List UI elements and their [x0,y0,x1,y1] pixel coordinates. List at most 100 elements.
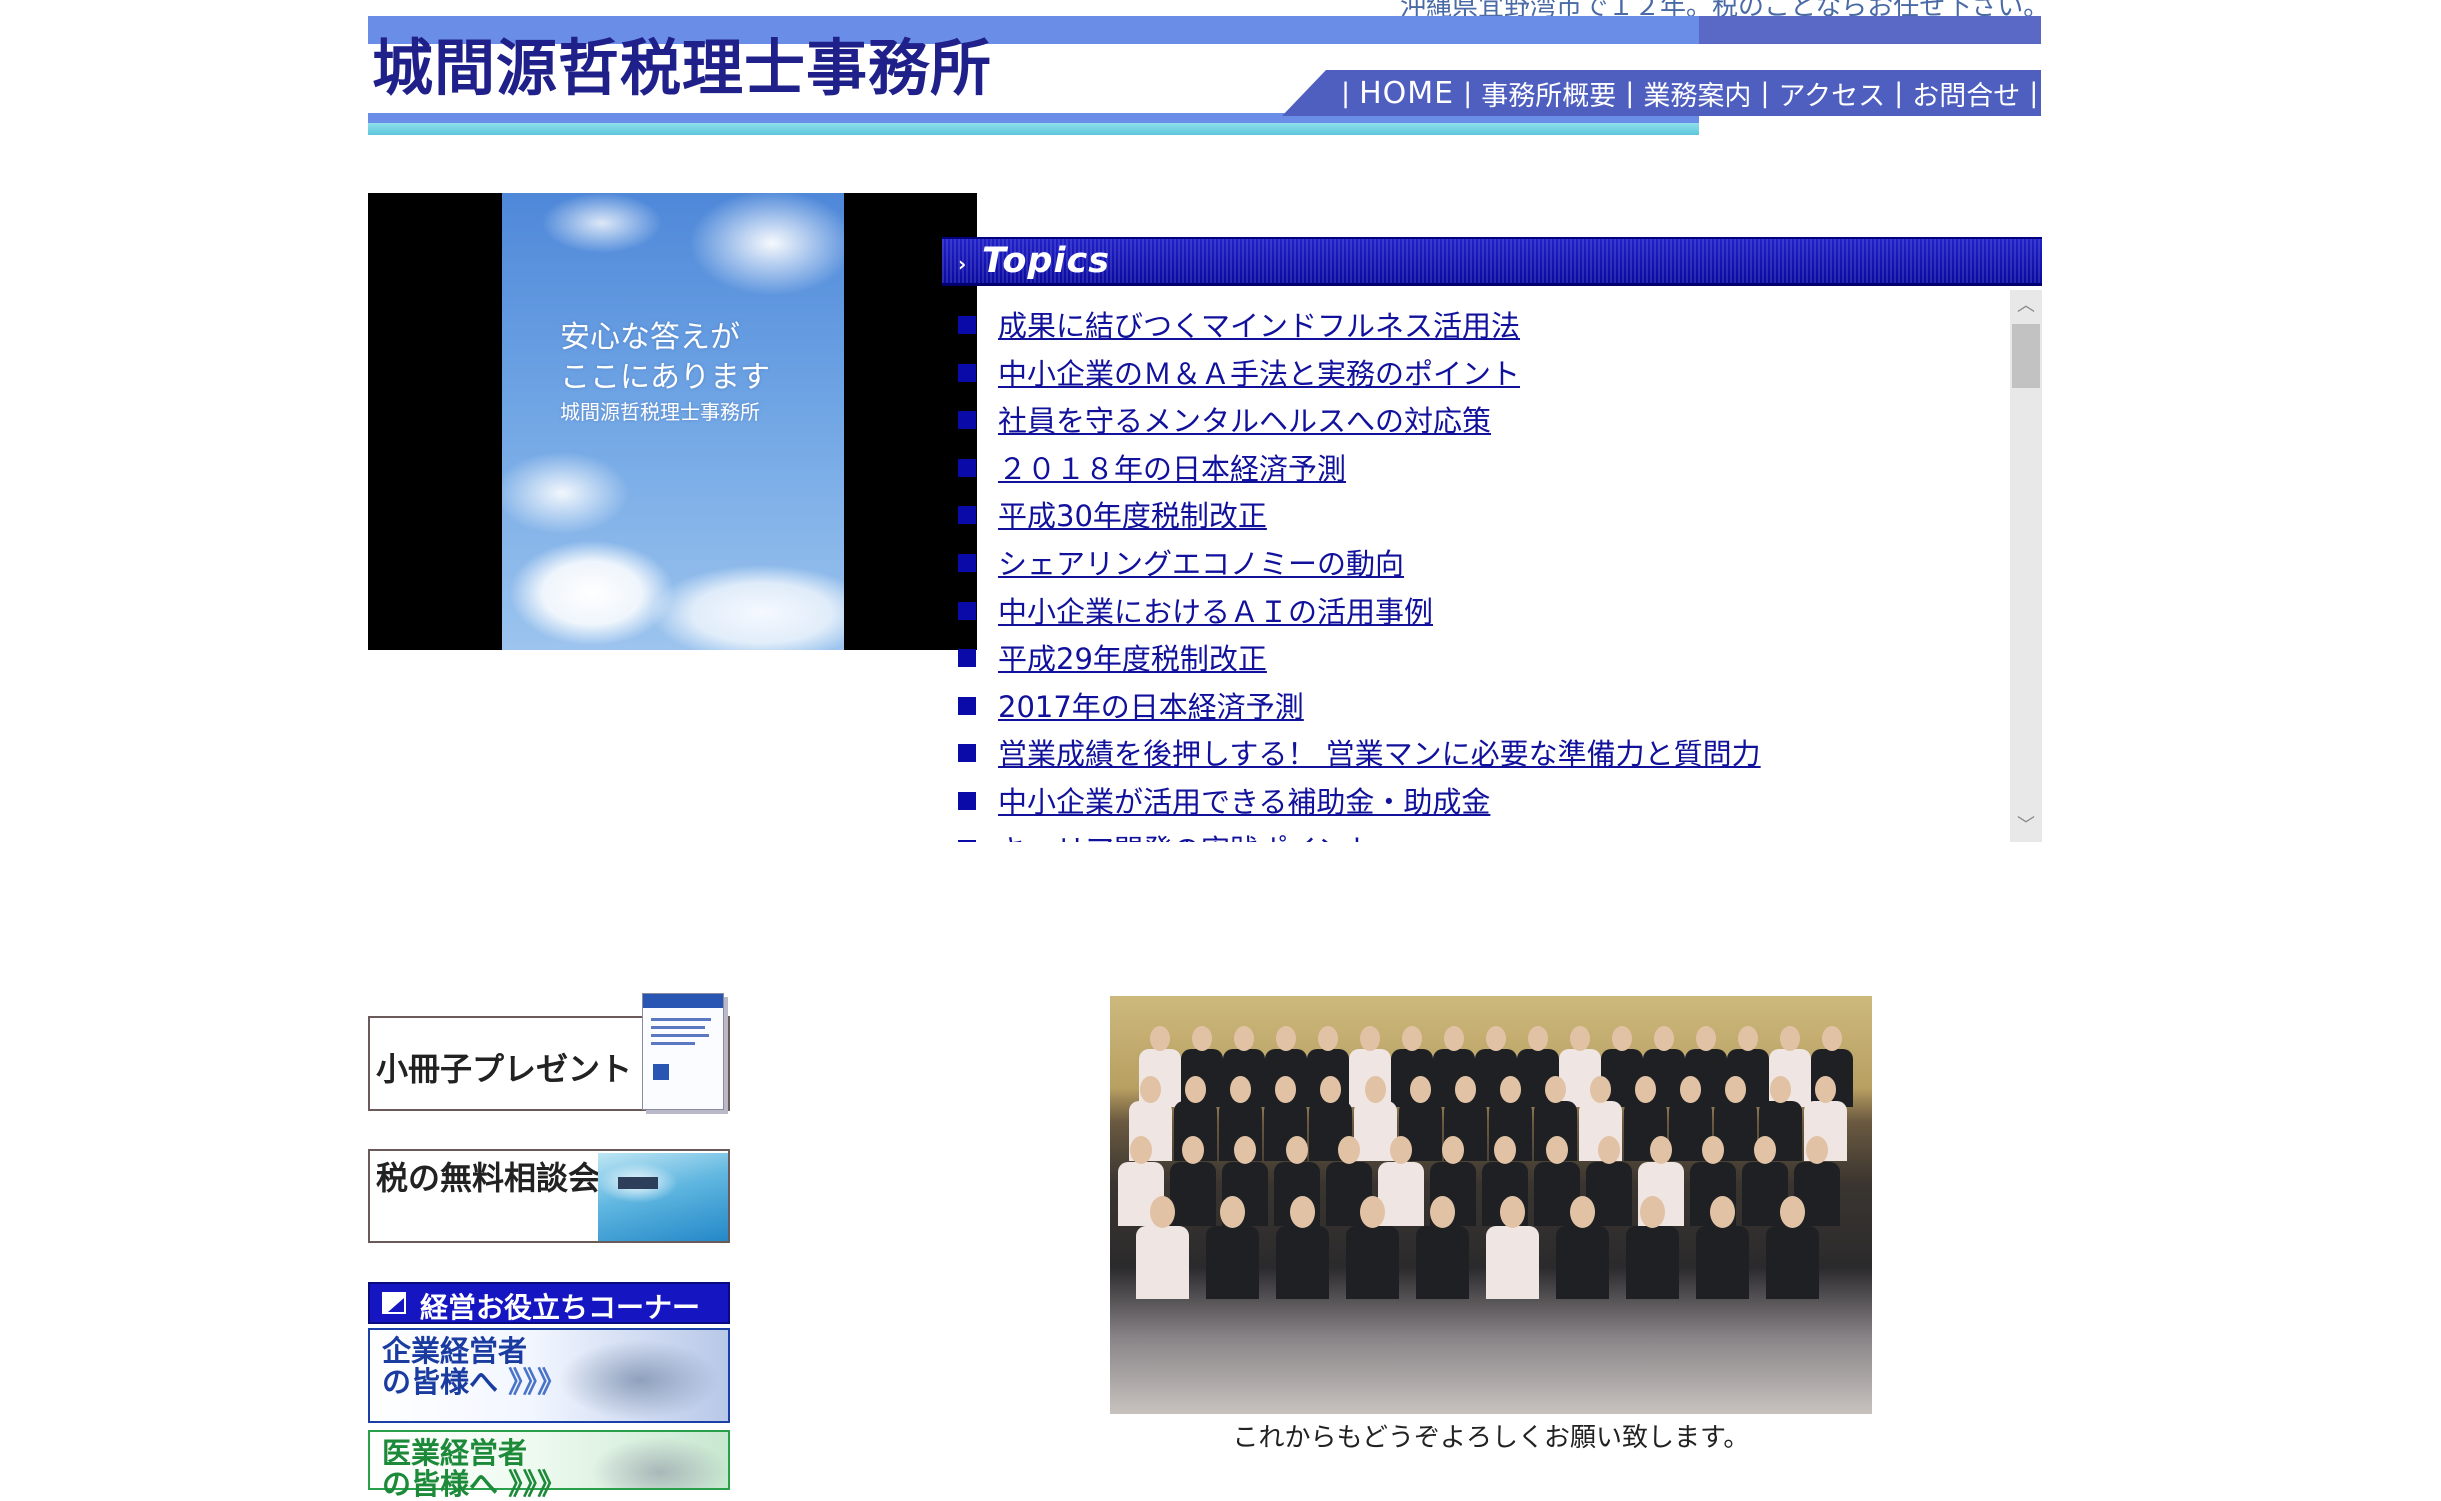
main-nav: | HOME | 事務所概要 | 業務案内 | アクセス | お問合せ | [1332,70,2047,116]
person-head [1528,1026,1548,1052]
person-head [1822,1026,1842,1052]
topics-arrow-icon: › [958,252,967,276]
person-head [1545,1076,1566,1103]
person-body [1696,1225,1750,1300]
person-body [1276,1225,1330,1300]
topics-scrollbar[interactable]: ︿ ﹀ [2010,290,2042,842]
management-corner-title: 経営お役立ちコーナー [420,1291,701,1324]
corner-square-icon [382,1292,406,1314]
person-head [1275,1076,1296,1103]
square-bullet-icon [958,316,976,334]
nav-separator: | [2029,77,2039,109]
person-body [1766,1225,1820,1300]
person-head [1455,1076,1476,1103]
header-bar-accent [368,123,1699,135]
topic-item: シェアリングエコノミーの動向 [942,528,2010,581]
corporate-managers-banner[interactable]: 企業経営者 の皆様へ 》》》 [368,1328,730,1423]
person-head [1182,1136,1204,1164]
person-head [1738,1026,1758,1052]
person-head [1318,1026,1338,1052]
nav-separator: | [1760,77,1770,109]
person-head [1725,1076,1746,1103]
topic-link[interactable]: キャリア開発の実践ポイント [998,827,1375,842]
medical-managers-banner[interactable]: 医業経営者 の皆様へ 》》》 [368,1430,730,1500]
topic-item: 2017年の日本経済予測 [942,671,2010,724]
corporate-managers-line1: 企業経営者 [382,1334,528,1368]
booklet-present-label: 小冊子プレゼント [376,1050,633,1088]
person-head [1612,1026,1632,1052]
scroll-up-icon[interactable]: ︿ [2010,290,2042,322]
topic-item: 営業成績を後押しする！ 営業マンに必要な準備力と質問力 [942,718,2010,771]
medical-managers-label: 医業経営者 の皆様へ 》》》 [382,1438,566,1500]
person-head [1276,1026,1296,1052]
corporate-managers-line2: の皆様へ [382,1365,499,1399]
nav-separator: | [1341,77,1351,109]
nav-contact[interactable]: お問合せ [1912,74,2020,113]
nav-services[interactable]: 業務案内 [1643,74,1751,113]
topic-item: 平成29年度税制改正 [942,623,2010,676]
consultation-photo [598,1153,728,1241]
person-body [1170,1162,1216,1226]
management-corner-header: 経営お役立ちコーナー [368,1282,730,1324]
person-body [1346,1225,1400,1300]
square-bullet-icon [958,791,976,810]
person-body [1486,1225,1540,1300]
person-head [1654,1026,1674,1052]
square-bullet-icon [958,506,976,525]
person-head [1230,1076,1251,1103]
medical-managers-line1: 医業経営者 [382,1436,528,1470]
person-head [1486,1026,1506,1052]
nav-access[interactable]: アクセス [1778,74,1885,113]
person-head [1234,1026,1254,1052]
chevrons-icon: 》》》 [508,1467,567,1501]
person-head [1780,1026,1800,1052]
person-head [1442,1136,1464,1164]
person-head [1360,1026,1380,1052]
person-head [1696,1026,1716,1052]
person-head [1320,1076,1341,1103]
person-head [1192,1026,1212,1052]
person-head [1140,1076,1161,1103]
person-body [1416,1225,1470,1300]
nav-office-overview[interactable]: 事務所概要 [1481,74,1616,113]
person-head [1365,1076,1386,1103]
person-head [1402,1026,1422,1052]
nav-home[interactable]: HOME [1359,76,1454,111]
person-head [1806,1136,1828,1164]
nav-separator: | [1625,77,1635,109]
person-head [1815,1076,1836,1103]
person-head [1650,1136,1672,1164]
topics-title: Topics [982,241,1111,281]
topic-item: 平成30年度税制改正 [942,480,2010,533]
person-body [1136,1225,1190,1300]
person-head [1444,1026,1464,1052]
square-bullet-icon [958,601,976,620]
person-head [1494,1136,1516,1164]
square-bullet-icon [958,649,976,668]
square-bullet-icon [958,839,976,842]
person-head [1500,1076,1521,1103]
person-head [1410,1076,1431,1103]
free-tax-consultation-banner[interactable]: 税の無料相談会 [368,1149,730,1243]
person-body [1378,1162,1424,1226]
header-bar-top-right [1699,16,2041,44]
person-head [1754,1136,1776,1164]
person-head [1234,1136,1256,1164]
topics-list: 成果に結びつくマインドフルネス活用法 中小企業のＭ＆Ａ手法と実務のポイント 社員… [942,290,2010,842]
person-head [1702,1136,1724,1164]
slide-headline-line2: ここにあります [560,360,770,395]
square-bullet-icon [958,553,976,572]
square-bullet-icon [958,458,976,477]
scroll-down-icon[interactable]: ﹀ [2010,810,2042,842]
corporate-managers-label: 企業経営者 の皆様へ 》》》 [382,1336,566,1398]
free-tax-consultation-label: 税の無料相談会 [376,1159,601,1197]
person-head [1150,1026,1170,1052]
medical-managers-line2: の皆様へ [382,1467,499,1501]
person-head [1770,1076,1791,1103]
person-body [1556,1225,1610,1300]
booklet-present-banner[interactable]: 小冊子プレゼント [368,993,730,1111]
square-bullet-icon [958,744,976,763]
scroll-thumb[interactable] [2012,324,2040,388]
site-title[interactable]: 城間源哲税理士事務所 [372,38,992,99]
topic-item: 中小企業におけるＡＩの活用事例 [942,576,2010,629]
